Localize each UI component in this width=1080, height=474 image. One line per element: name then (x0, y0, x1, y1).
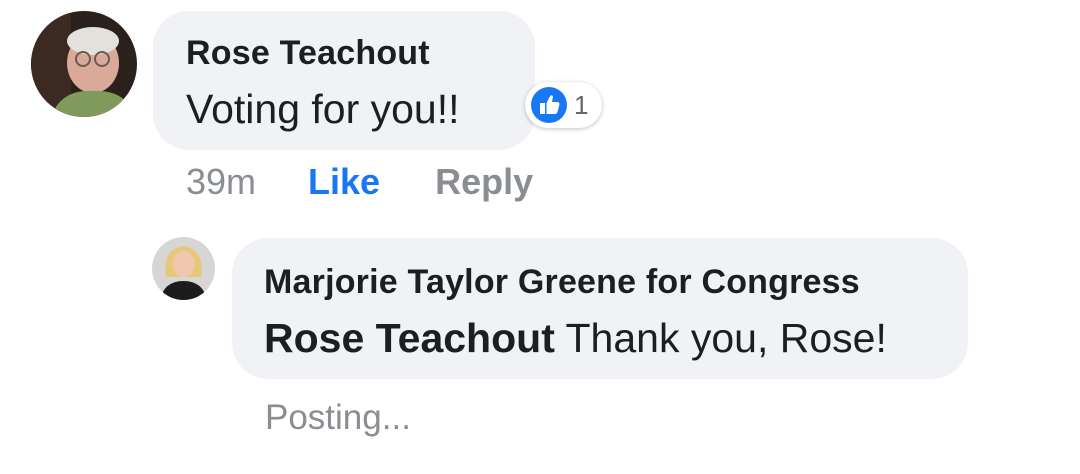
page-avatar[interactable] (152, 237, 215, 300)
commenter-avatar-image (31, 11, 137, 117)
commenter-avatar[interactable] (31, 11, 137, 117)
reply-mention[interactable]: Rose Teachout (264, 315, 555, 361)
reply-text: Thank you, Rose! (565, 315, 887, 361)
like-button[interactable]: Like (308, 161, 380, 203)
comment-actions: 39m Like Reply (186, 160, 533, 204)
comment-timestamp[interactable]: 39m (186, 161, 256, 203)
reply-bubble: Marjorie Taylor Greene for Congress Rose… (232, 238, 968, 379)
reply-author-name[interactable]: Marjorie Taylor Greene for Congress (264, 262, 968, 302)
reaction-count: 1 (574, 89, 589, 120)
page-avatar-image (152, 237, 215, 300)
reply-button[interactable]: Reply (435, 161, 533, 203)
reply-text-line: Rose Teachout Thank you, Rose! (264, 314, 968, 362)
comment-bubble: Rose Teachout Voting for you!! (153, 11, 535, 150)
reaction-badge[interactable]: 1 (525, 82, 603, 128)
comment-author-name[interactable]: Rose Teachout (186, 33, 535, 73)
comment-text: Voting for you!! (186, 86, 460, 132)
posting-status: Posting... (265, 398, 411, 437)
thumbs-up-icon (530, 86, 568, 124)
